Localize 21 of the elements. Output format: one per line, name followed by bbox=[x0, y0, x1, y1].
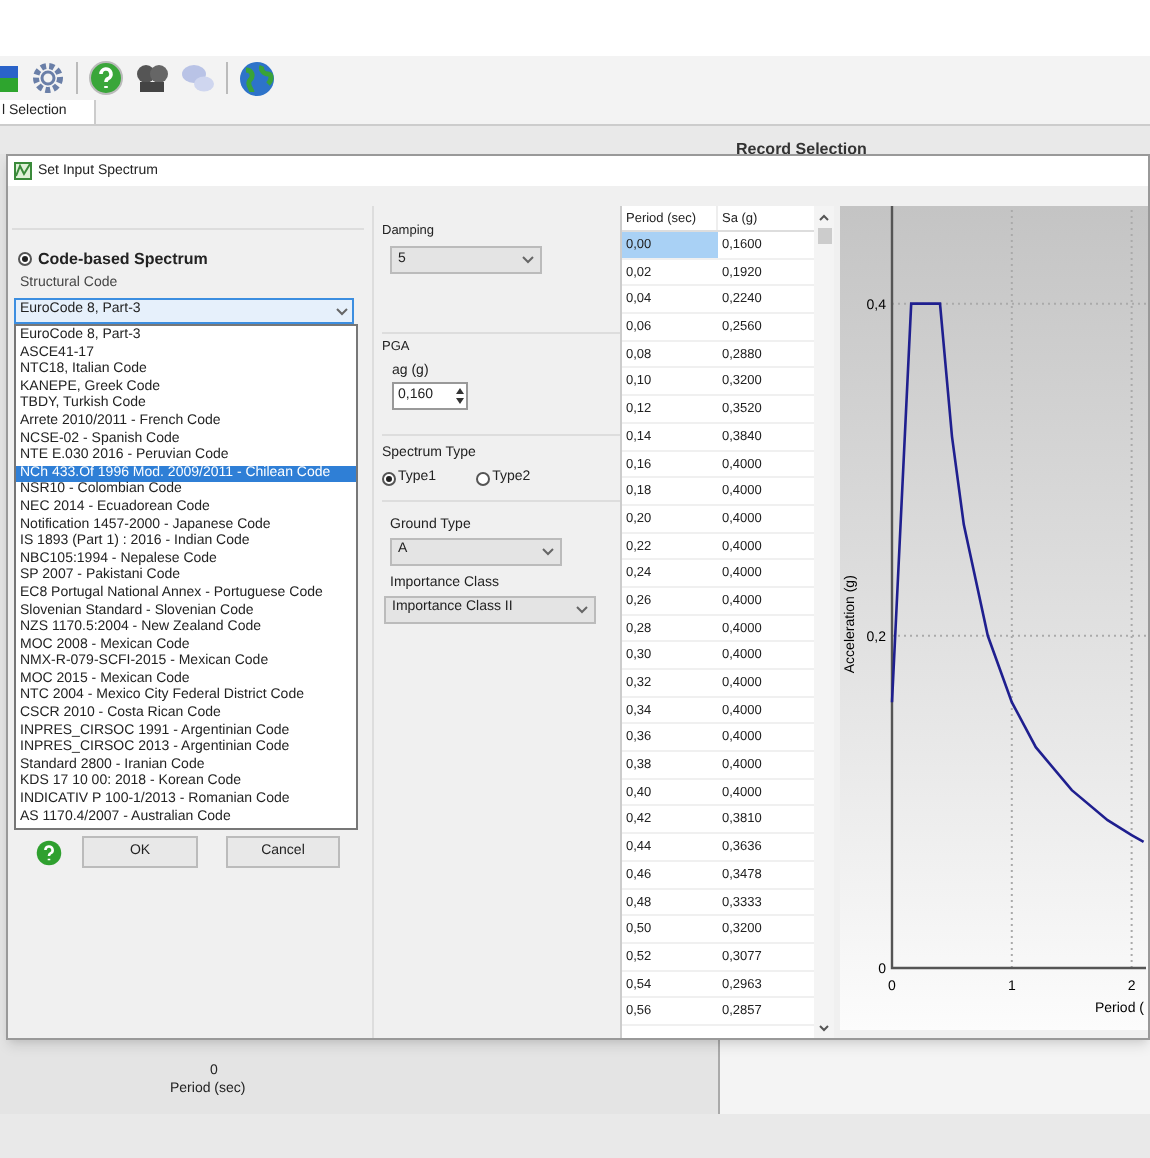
radio-button[interactable] bbox=[476, 471, 491, 486]
block-icon[interactable] bbox=[0, 62, 20, 94]
caret-icon bbox=[336, 307, 348, 315]
spin-arrows-icon[interactable] bbox=[454, 384, 466, 408]
radio-button[interactable] bbox=[382, 471, 396, 486]
scrollbar[interactable] bbox=[814, 206, 834, 1038]
radio-label: Code-based Spectrum bbox=[38, 250, 208, 268]
help-icon[interactable] bbox=[36, 839, 62, 866]
scrollbar-thumb[interactable] bbox=[817, 228, 831, 244]
caret-icon bbox=[576, 605, 588, 613]
scroll-down-icon[interactable] bbox=[818, 1022, 830, 1034]
caret-icon bbox=[542, 547, 554, 555]
gear-icon[interactable] bbox=[30, 60, 66, 96]
panel-title: Record Selection bbox=[736, 140, 867, 160]
chart-icon bbox=[14, 162, 32, 180]
globe-icon[interactable] bbox=[238, 59, 276, 97]
help-icon[interactable] bbox=[88, 60, 124, 96]
caret-icon bbox=[522, 256, 534, 264]
radio-button[interactable] bbox=[18, 252, 32, 266]
film-reel-icon[interactable] bbox=[134, 60, 170, 96]
scroll-up-icon[interactable] bbox=[818, 212, 830, 224]
